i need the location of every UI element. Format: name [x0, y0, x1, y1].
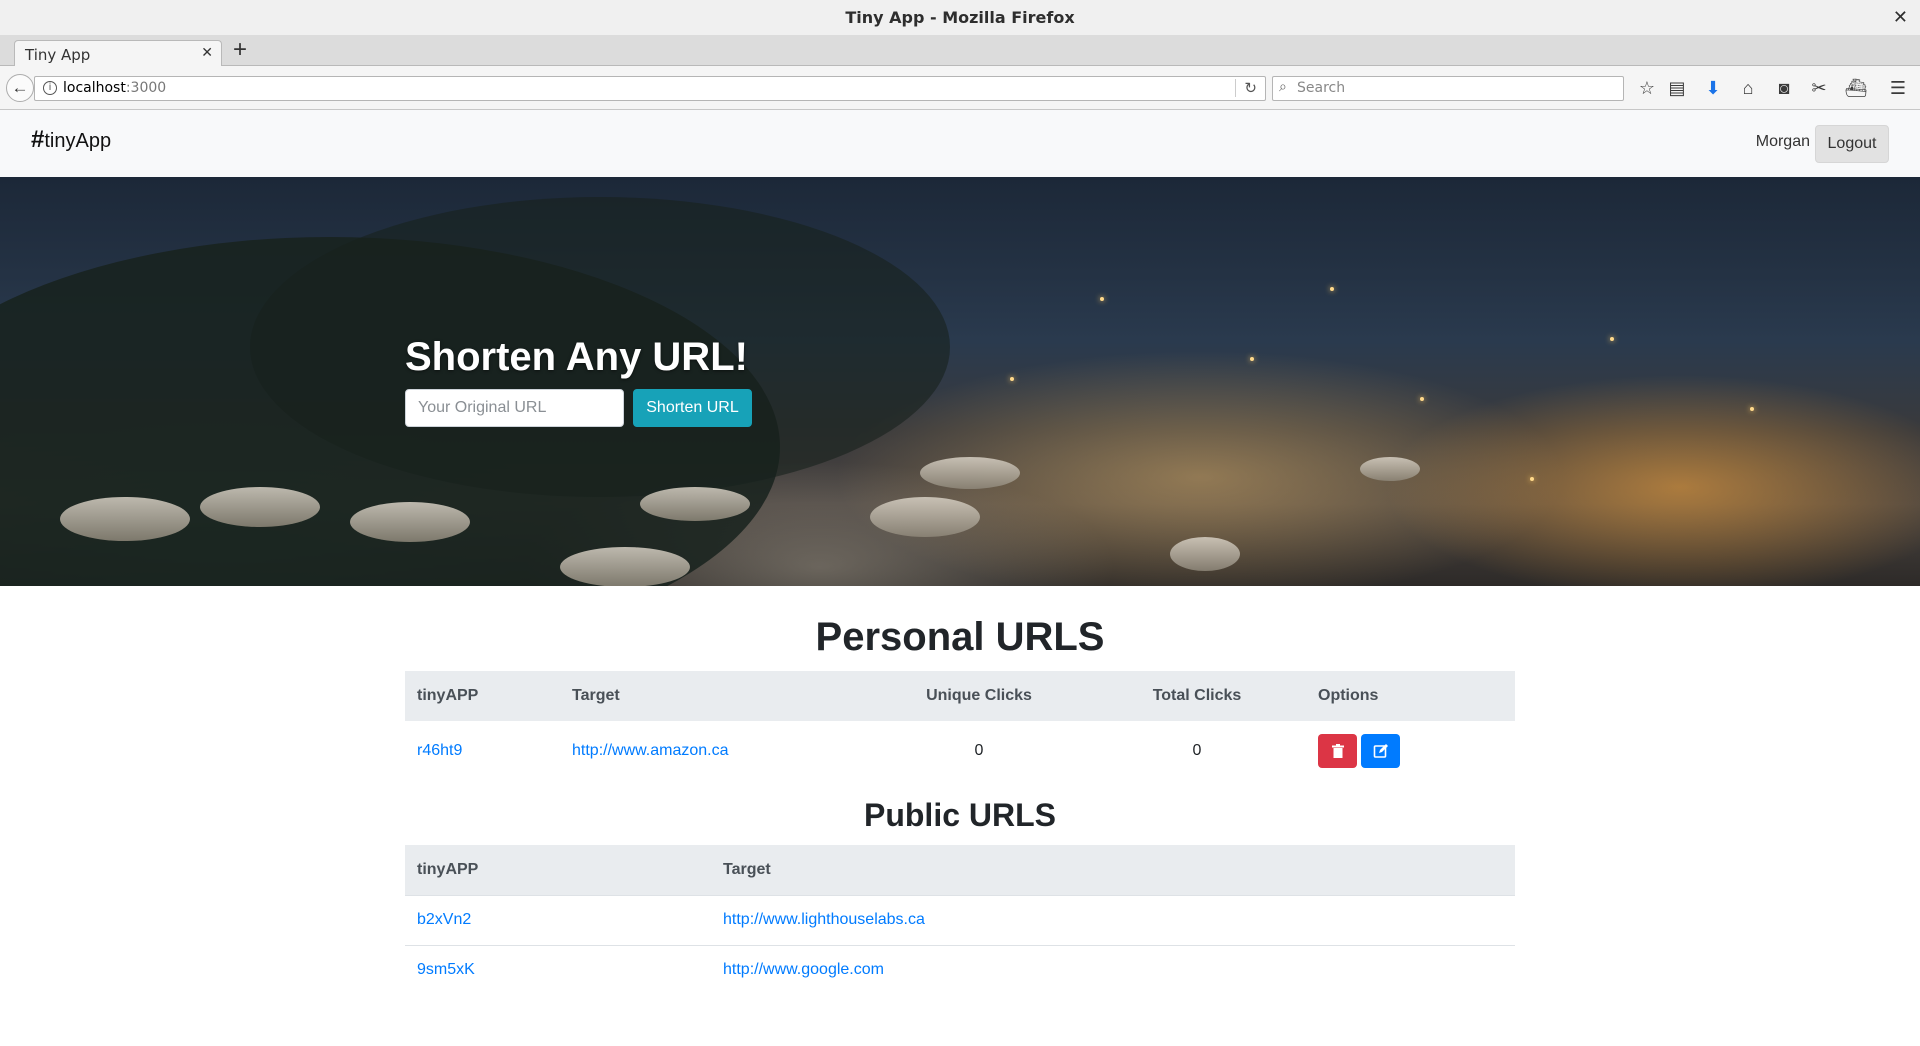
unique-clicks: 0: [974, 742, 984, 759]
column-header: Target: [572, 687, 620, 704]
search-bar[interactable]: ⌕ Search: [1272, 76, 1624, 101]
edit-icon: [1373, 744, 1388, 758]
hero-tank: [1170, 537, 1240, 571]
table-header-row: tinyAPP Target: [405, 845, 1515, 895]
download-icon[interactable]: ⬇: [1700, 75, 1726, 101]
window-close-icon[interactable]: ✕: [1893, 0, 1908, 36]
hero-tank: [350, 502, 470, 542]
hero-title: Shorten Any URL!: [405, 335, 748, 379]
edit-button[interactable]: [1361, 734, 1400, 768]
public-urls-table: tinyAPP Target b2xVn2 http://www.lightho…: [405, 845, 1515, 995]
extension-icon[interactable]: ⛴: [1843, 75, 1869, 101]
hero-tank: [920, 457, 1020, 489]
brand-name: tinyApp: [44, 130, 112, 152]
hero-tank: [870, 497, 980, 537]
trash-icon: [1331, 744, 1344, 759]
hero-tank: [640, 487, 750, 521]
hero-light: [1250, 357, 1254, 361]
search-icon: ⌕: [1279, 79, 1287, 95]
short-url-link[interactable]: r46ht9: [417, 742, 462, 759]
original-url-input[interactable]: [405, 389, 624, 427]
delete-button[interactable]: [1318, 734, 1357, 768]
screenshot-icon[interactable]: ✂: [1806, 75, 1832, 101]
column-header: Target: [723, 860, 771, 878]
app-navbar: #tinyApp Morgan Logout: [0, 110, 1920, 177]
address-bar[interactable]: i localhost:3000 ↻: [34, 76, 1266, 101]
column-header: tinyAPP: [417, 687, 479, 704]
short-url-link[interactable]: b2xVn2: [417, 911, 471, 928]
hamburger-menu-icon[interactable]: ☰: [1885, 75, 1911, 101]
hero-light: [1750, 407, 1754, 411]
table-row: r46ht9 http://www.amazon.ca 0 0: [405, 721, 1515, 781]
url-port: :3000: [125, 80, 167, 96]
column-header: Total Clicks: [1152, 687, 1242, 704]
hero-tank: [60, 497, 190, 541]
table-header-row: tinyAPP Target Unique Clicks Total Click…: [405, 671, 1515, 721]
url-host: localhost: [63, 80, 126, 96]
hero-tank: [200, 487, 320, 527]
column-header: tinyAPP: [417, 860, 479, 878]
hero-tank: [560, 547, 690, 586]
search-placeholder: Search: [1297, 80, 1346, 96]
hero-light: [1330, 287, 1334, 291]
new-tab-icon[interactable]: +: [233, 36, 257, 66]
bookmarks-library-icon[interactable]: ▤: [1664, 75, 1690, 101]
column-header: Options: [1318, 687, 1379, 704]
tab-title: Tiny App: [25, 46, 91, 64]
bookmark-star-icon[interactable]: ☆: [1634, 75, 1660, 101]
reload-icon[interactable]: ↻: [1235, 79, 1257, 97]
short-url-link[interactable]: 9sm5xK: [417, 961, 475, 978]
shorten-url-button[interactable]: Shorten URL: [633, 389, 752, 427]
hero-light: [1100, 297, 1104, 301]
brand-logo[interactable]: #tinyApp: [31, 126, 111, 154]
personal-urls-title: Personal URLS: [815, 615, 1105, 659]
column-header: Unique Clicks: [926, 687, 1032, 704]
pocket-icon[interactable]: ◙: [1771, 75, 1797, 101]
tab-strip: Tiny App ✕: [0, 36, 1920, 67]
personal-urls-table: tinyAPP Target Unique Clicks Total Click…: [405, 671, 1515, 781]
logout-button[interactable]: Logout: [1815, 125, 1889, 163]
tab-close-icon[interactable]: ✕: [201, 45, 213, 61]
window-title: Tiny App - Mozilla Firefox: [845, 8, 1075, 27]
hero-tank: [1360, 457, 1420, 481]
brand-hash: #: [31, 126, 45, 153]
public-urls-title: Public URLS: [863, 797, 1056, 833]
back-arrow-icon[interactable]: ←: [6, 74, 34, 102]
home-icon[interactable]: ⌂: [1735, 75, 1761, 101]
tab-tiny-app[interactable]: Tiny App ✕: [14, 40, 222, 67]
hero-banner: Shorten Any URL! Shorten URL: [0, 177, 1920, 586]
browser-toolbar: ← i localhost:3000 ↻ ⌕ Search ☆ ▤ ⬇ ⌂ ◙ …: [0, 66, 1920, 110]
target-url-link[interactable]: http://www.amazon.ca: [572, 742, 729, 759]
table-row: b2xVn2 http://www.lighthouselabs.ca: [405, 894, 1515, 945]
hero-light: [1530, 477, 1534, 481]
hero-light: [1610, 337, 1614, 341]
options-cell: [1306, 721, 1515, 781]
window-titlebar: Tiny App - Mozilla Firefox ✕: [0, 0, 1920, 36]
user-name: Morgan: [1755, 133, 1810, 150]
total-clicks: 0: [1192, 742, 1202, 759]
table-row: 9sm5xK http://www.google.com: [405, 944, 1515, 995]
target-url-link[interactable]: http://www.lighthouselabs.ca: [723, 911, 925, 928]
hero-light: [1420, 397, 1424, 401]
hero-light: [1010, 377, 1014, 381]
info-icon[interactable]: i: [43, 81, 57, 95]
target-url-link[interactable]: http://www.google.com: [723, 961, 884, 978]
